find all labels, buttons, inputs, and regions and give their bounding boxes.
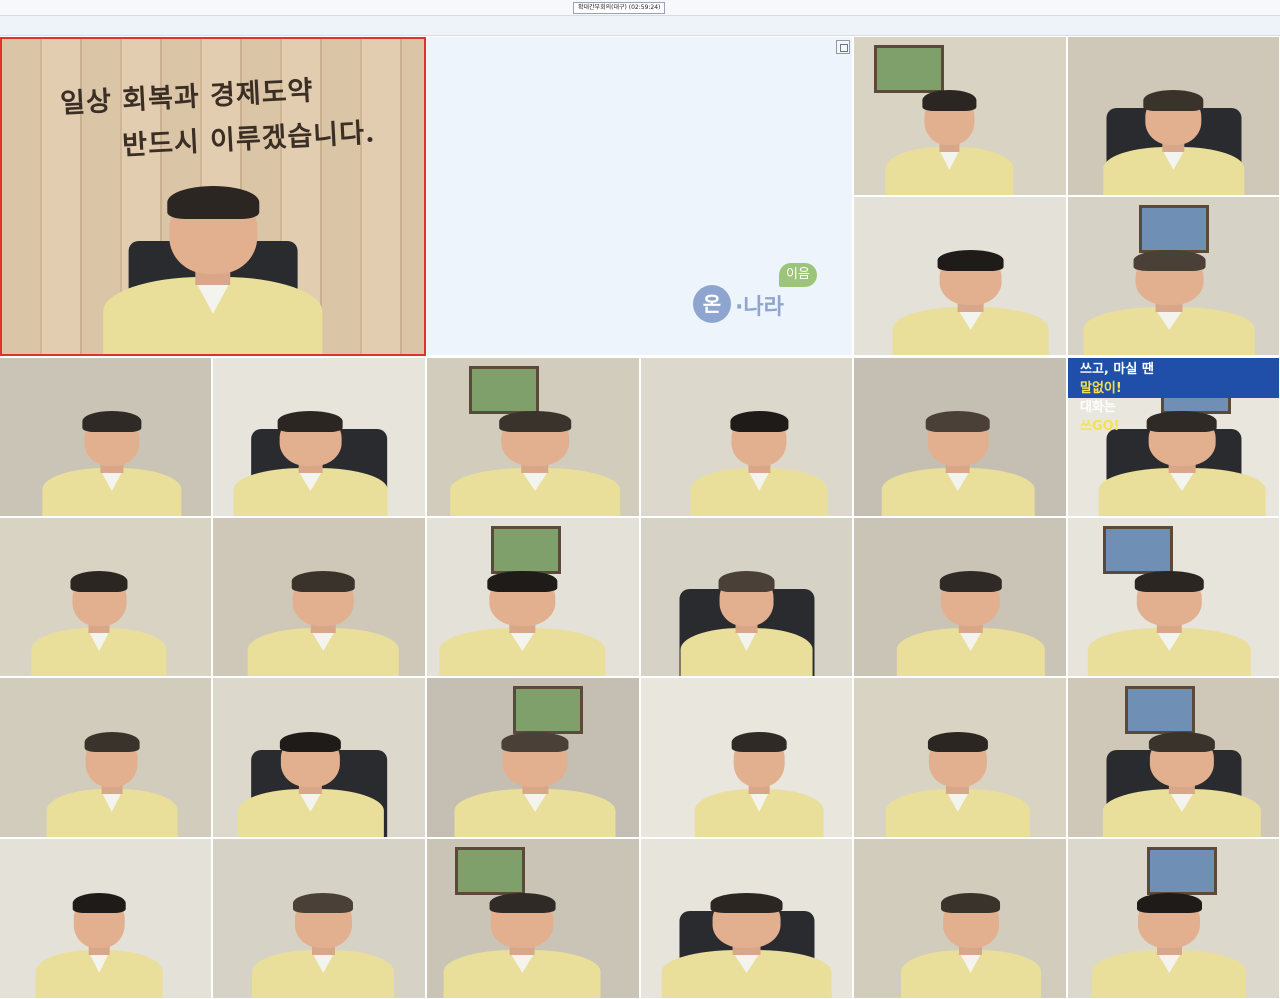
poster-line1-a: 쓰고, 마실 땐 bbox=[1080, 362, 1154, 377]
participant-person bbox=[233, 402, 388, 516]
participant-tile[interactable] bbox=[854, 839, 1067, 999]
logo-ieum-badge: 이음 bbox=[779, 263, 817, 287]
participant-tile[interactable] bbox=[641, 358, 853, 517]
participant-tile[interactable] bbox=[213, 358, 426, 517]
meeting-title: 확대간부회의(대구) (02:59:24) bbox=[573, 2, 666, 14]
participant-person bbox=[1102, 723, 1262, 837]
participant-person bbox=[892, 241, 1050, 355]
main-speaker-tile[interactable]: 일상 회복과 경제도약 반드시 이루겠습니다. bbox=[0, 37, 426, 356]
participant-person bbox=[661, 884, 832, 998]
participant-person bbox=[1088, 562, 1251, 676]
window-title-bar: 확대간부회의(대구) (02:59:24) bbox=[0, 0, 1280, 16]
participant-person bbox=[454, 723, 616, 837]
participant-person bbox=[46, 723, 178, 837]
participant-person bbox=[439, 562, 606, 676]
participant-person bbox=[885, 81, 1013, 195]
participant-person bbox=[881, 402, 1035, 516]
poster-line1-b: 말없이! bbox=[1080, 381, 1122, 396]
poster-line2-b: 쓰GO! bbox=[1080, 419, 1120, 434]
participant-person bbox=[1102, 81, 1245, 195]
participant-person bbox=[35, 884, 163, 998]
participant-person bbox=[896, 562, 1045, 676]
participant-person bbox=[237, 723, 384, 837]
participant-tile[interactable] bbox=[854, 358, 1067, 517]
participant-tile[interactable] bbox=[213, 678, 426, 838]
participant-tile[interactable] bbox=[1068, 839, 1280, 999]
participant-tile[interactable] bbox=[854, 518, 1067, 677]
participant-person bbox=[247, 562, 399, 676]
participant-person bbox=[42, 402, 182, 516]
participant-tile[interactable] bbox=[641, 518, 853, 677]
participant-person bbox=[450, 402, 620, 516]
participant-person bbox=[1083, 241, 1255, 355]
participant-tile[interactable] bbox=[1068, 37, 1280, 196]
logo-nara-text: ·나라 bbox=[735, 295, 784, 320]
participant-tile[interactable] bbox=[854, 37, 1067, 196]
participant-person bbox=[690, 402, 828, 516]
participant-person bbox=[900, 884, 1041, 998]
poster-line2-a: 대화는 bbox=[1080, 400, 1116, 415]
participant-tile[interactable] bbox=[1068, 678, 1280, 838]
participant-person bbox=[694, 723, 824, 837]
participant-person bbox=[1092, 884, 1247, 998]
participant-person bbox=[252, 884, 395, 998]
participant-tile[interactable] bbox=[0, 358, 212, 517]
toolbar bbox=[0, 16, 1280, 36]
participant-tile[interactable] bbox=[427, 678, 640, 838]
participant-person bbox=[31, 562, 167, 676]
participant-tile[interactable] bbox=[641, 839, 853, 999]
participant-person bbox=[443, 884, 601, 998]
speaker-person bbox=[103, 171, 323, 354]
participant-tile[interactable] bbox=[0, 518, 212, 677]
conference-logo-panel bbox=[427, 37, 853, 356]
campaign-poster: 쓰고, 마실 땐 말없이! 대화는 쓰GO! bbox=[1068, 358, 1279, 434]
participant-tile[interactable] bbox=[0, 839, 212, 999]
participant-tile[interactable] bbox=[213, 839, 426, 999]
participant-tile[interactable] bbox=[1068, 518, 1280, 677]
participant-tile[interactable] bbox=[641, 678, 853, 838]
participant-tile[interactable] bbox=[1068, 197, 1280, 356]
logo-on-mark: 온 bbox=[693, 285, 731, 323]
fullscreen-icon[interactable] bbox=[836, 40, 850, 54]
participant-tile[interactable] bbox=[213, 518, 426, 677]
participant-tile[interactable] bbox=[0, 678, 212, 838]
participant-tile[interactable] bbox=[427, 839, 640, 999]
participant-tile[interactable] bbox=[427, 358, 640, 517]
participant-tile[interactable] bbox=[854, 197, 1067, 356]
participant-person bbox=[885, 723, 1030, 837]
participant-tile[interactable] bbox=[427, 518, 640, 677]
participant-person bbox=[680, 562, 813, 676]
participant-tile[interactable] bbox=[854, 678, 1067, 838]
